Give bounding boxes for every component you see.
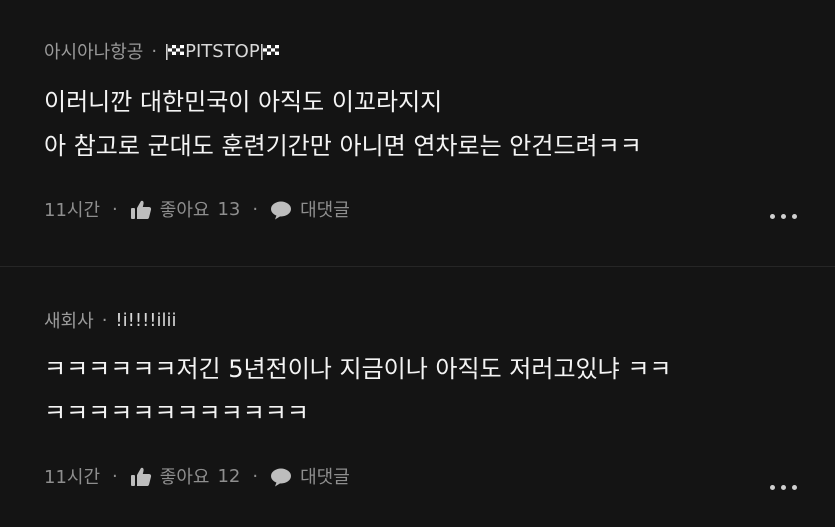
meta-separator: · — [252, 198, 259, 220]
author-nickname: PITSTOP — [185, 40, 260, 62]
more-horizontal-icon — [770, 214, 775, 219]
reply-button[interactable]: 대댓글 — [270, 196, 350, 222]
author-nickname: !i!!!!ilii — [115, 309, 177, 331]
meta-separator: · — [112, 198, 118, 220]
comment-body: ㅋㅋㅋㅋㅋㅋ저긴 5년전이나 지금이나 아직도 저러고있냐 ㅋㅋ ㅋㅋㅋㅋㅋㅋㅋ… — [44, 347, 672, 435]
author-name[interactable]: 새회사 — [44, 307, 94, 333]
more-horizontal-icon — [770, 485, 775, 490]
comment-line: ㅋㅋㅋㅋㅋㅋㅋㅋㅋㅋㅋㅋ — [44, 399, 309, 427]
meta-separator: · — [101, 309, 108, 331]
author-name[interactable]: 아시아나항공 — [44, 38, 143, 64]
comment-time: 11시간 — [44, 467, 101, 488]
comment-body: 이러니깐 대한민국이 아직도 이꼬라지지 아 참고로 군대도 훈련기간만 아니면… — [44, 80, 642, 168]
comment-line: ㅋㅋㅋㅋㅋㅋ저긴 5년전이나 지금이나 아직도 저러고있냐 ㅋㅋ — [44, 355, 672, 383]
meta-separator: · — [112, 465, 118, 487]
comment-meta: 아시아나항공 · PITSTOP — [44, 38, 280, 64]
comment-time: 11시간 — [44, 200, 101, 221]
comment-item: 새회사 · !i!!!!ilii ㅋㅋㅋㅋㅋㅋ저긴 5년전이나 지금이나 아직도… — [0, 267, 835, 527]
comment-line: 이러니깐 대한민국이 아직도 이꼬라지지 — [44, 88, 443, 116]
checkered-flag-icon — [165, 41, 185, 62]
like-count: 12 — [217, 465, 241, 487]
speech-bubble-icon — [270, 199, 300, 220]
thumbs-up-icon — [130, 199, 160, 220]
speech-bubble-icon — [270, 466, 300, 487]
comment-line: 아 참고로 군대도 훈련기간만 아니면 연차로는 안건드려ㅋㅋ — [44, 132, 642, 160]
comment-actions: 11시간 · 좋아요 13 · 대댓글 — [44, 196, 350, 222]
meta-separator: · — [151, 40, 158, 62]
like-label: 좋아요 — [159, 200, 210, 221]
more-horizontal-icon — [781, 214, 786, 219]
checkered-flag-icon — [260, 41, 280, 62]
reply-label: 대댓글 — [300, 200, 350, 221]
comment-actions: 11시간 · 좋아요 12 · 대댓글 — [44, 463, 350, 489]
like-label: 좋아요 — [159, 467, 210, 488]
more-horizontal-icon — [792, 214, 797, 219]
reply-label: 대댓글 — [300, 467, 350, 488]
reply-button[interactable]: 대댓글 — [270, 463, 350, 489]
comment-item: 아시아나항공 · PITSTOP 이러니깐 대한민국이 아직도 이꼬라지지 아 … — [0, 0, 835, 266]
more-options-button[interactable] — [770, 214, 797, 219]
more-horizontal-icon — [781, 485, 786, 490]
thumbs-up-icon — [130, 466, 160, 487]
meta-separator: · — [252, 465, 259, 487]
comment-meta: 새회사 · !i!!!!ilii — [44, 307, 177, 333]
like-count: 13 — [217, 198, 241, 220]
like-button[interactable]: 좋아요 13 — [130, 196, 241, 222]
more-horizontal-icon — [792, 485, 797, 490]
like-button[interactable]: 좋아요 12 — [130, 463, 241, 489]
more-options-button[interactable] — [770, 485, 797, 490]
